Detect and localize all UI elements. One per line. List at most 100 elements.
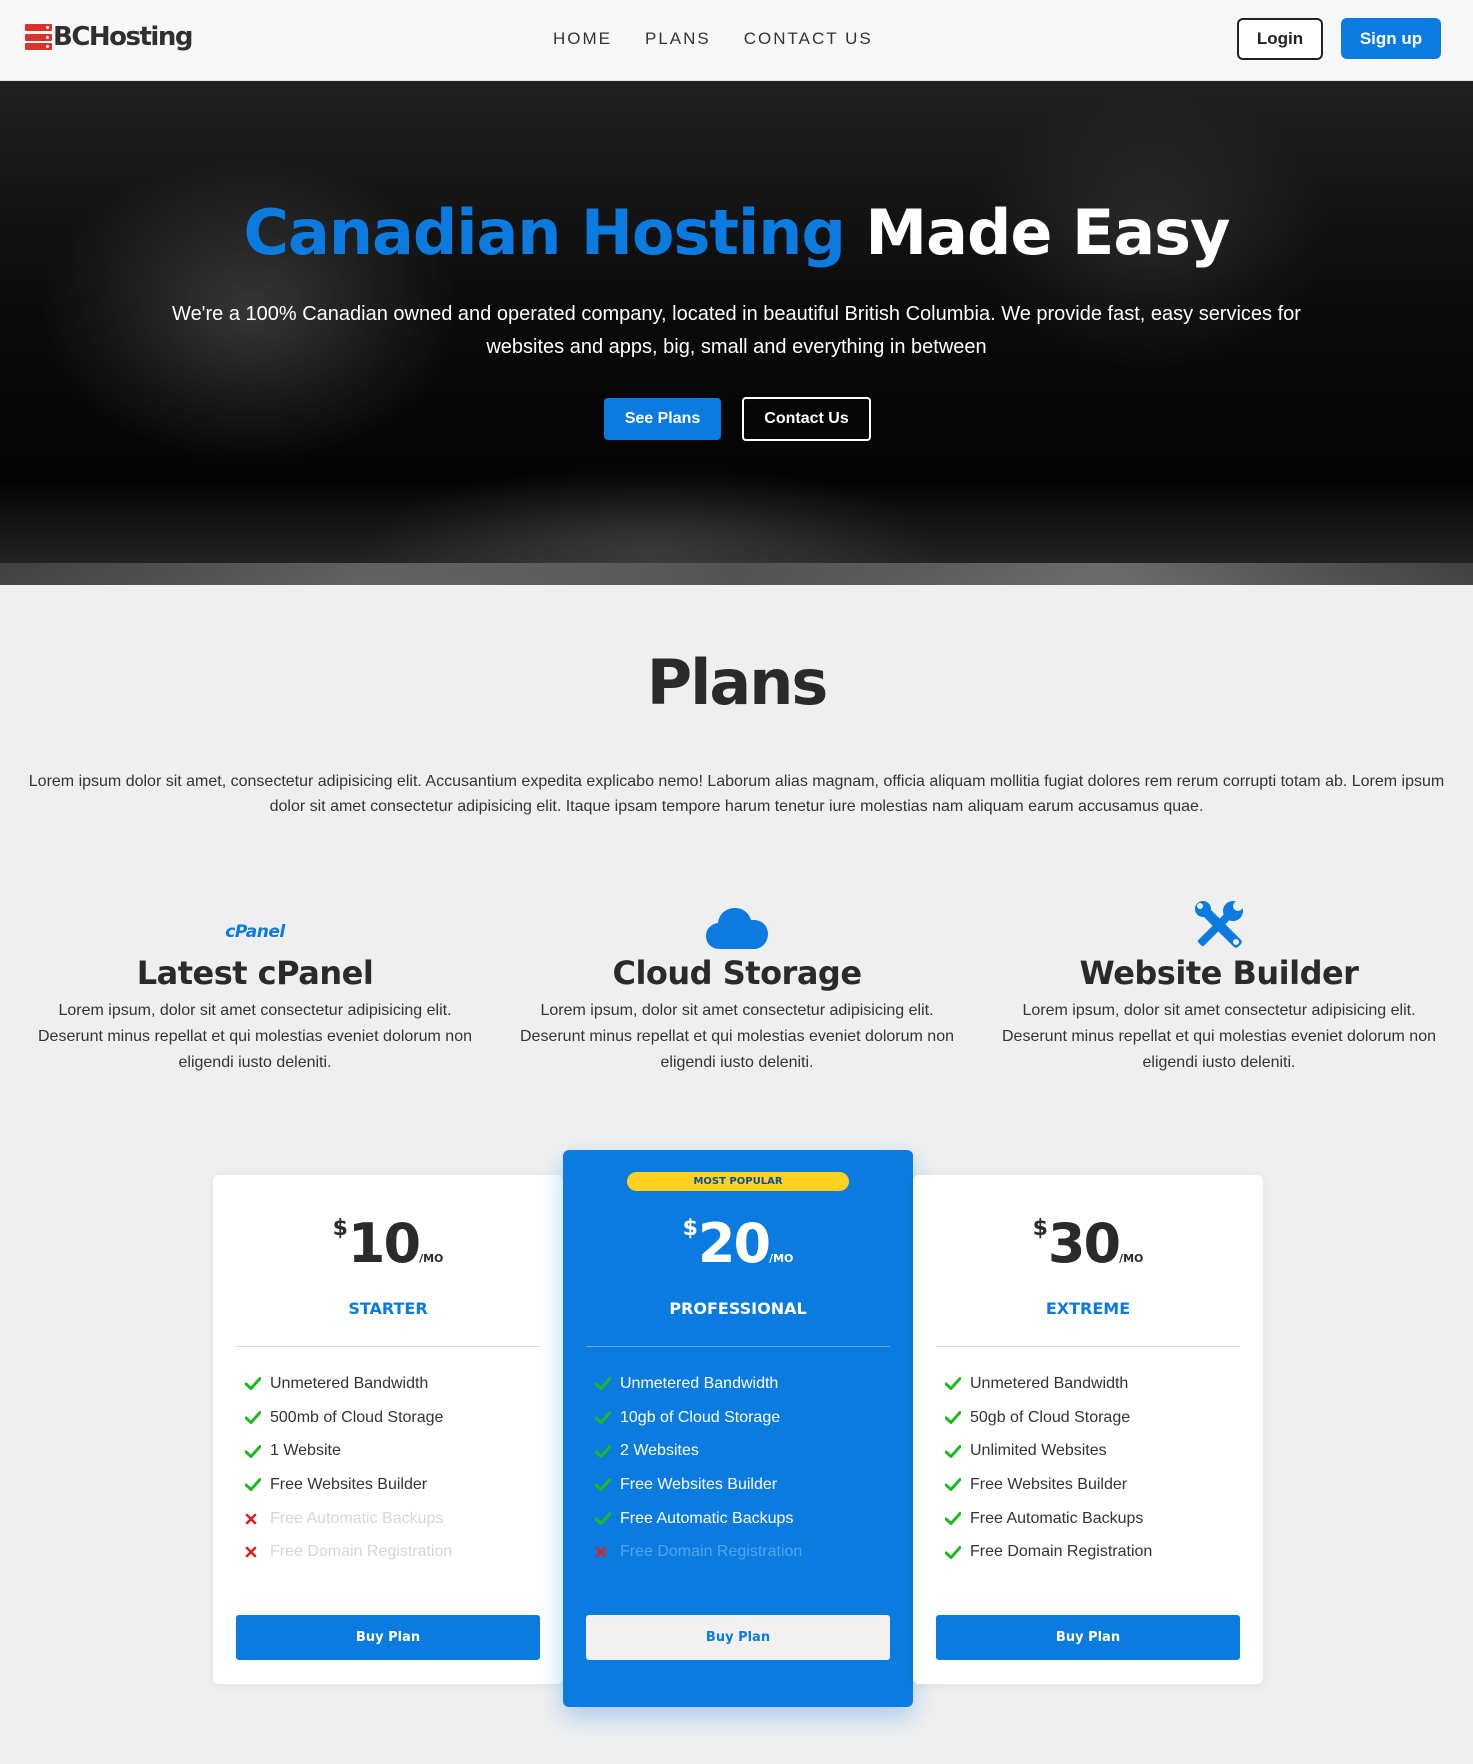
plan-feature-text: Free Domain Registration <box>970 1543 1153 1561</box>
check-icon <box>595 1411 620 1425</box>
plan-divider <box>236 1346 540 1347</box>
check-icon <box>245 1444 270 1458</box>
nav-link-plans[interactable]: PLANS <box>645 29 711 49</box>
buy-plan-button[interactable]: Buy Plan <box>236 1615 540 1660</box>
signup-button[interactable]: Sign up <box>1341 18 1441 59</box>
nav-link-home[interactable]: HOME <box>553 29 612 49</box>
cpanel-logo-text: cPanel <box>225 922 285 942</box>
cpanel-logo-icon: cPanel <box>30 895 480 950</box>
plan-feature-item: 500mb of Cloud Storage <box>245 1401 452 1435</box>
feature-cpanel: cPanel Latest cPanel Lorem ipsum, dolor … <box>30 895 480 1076</box>
plan-feature-item: Free Domain Registration <box>245 1535 452 1569</box>
cross-icon <box>245 1546 270 1558</box>
plan-feature-text: Free Domain Registration <box>270 1543 453 1561</box>
check-icon <box>595 1377 620 1391</box>
plan-card-professional: MOST POPULAR $20/MO PROFESSIONAL Unmeter… <box>563 1150 913 1707</box>
plan-feature-item: Unlimited Websites <box>945 1434 1152 1468</box>
plan-feature-text: Unlimited Websites <box>970 1442 1107 1460</box>
plan-feature-text: Free Automatic Backups <box>970 1509 1144 1527</box>
plan-feature-item: Free Domain Registration <box>595 1535 802 1569</box>
buy-plan-button[interactable]: Buy Plan <box>586 1615 890 1660</box>
plan-feature-item: Free Automatic Backups <box>595 1502 802 1536</box>
hero-title-accent: Canadian Hosting <box>243 196 846 269</box>
brand-logo[interactable]: BCHosting <box>25 22 193 52</box>
plan-feature-item: 50gb of Cloud Storage <box>945 1401 1152 1435</box>
plan-feature-text: Free Automatic Backups <box>270 1509 444 1527</box>
plan-feature-text: 10gb of Cloud Storage <box>620 1408 781 1426</box>
feature-cloud-storage: Cloud Storage Lorem ipsum, dolor sit ame… <box>512 895 962 1076</box>
plan-feature-item: Free Automatic Backups <box>245 1502 452 1536</box>
check-icon <box>945 1444 970 1458</box>
plan-feature-item: 2 Websites <box>595 1434 802 1468</box>
check-icon <box>595 1478 620 1492</box>
plan-feature-item: Unmetered Bandwidth <box>245 1367 452 1401</box>
hero-title-rest: Made Easy <box>844 196 1230 269</box>
plan-feature-text: Free Websites Builder <box>970 1475 1128 1493</box>
plans-intro: Lorem ipsum dolor sit amet, consectetur … <box>28 773 1445 815</box>
plan-feature-item: Unmetered Bandwidth <box>945 1367 1152 1401</box>
plan-divider <box>586 1346 890 1347</box>
nav-link-contact[interactable]: CONTACT US <box>744 29 873 49</box>
brand-name: BCHosting <box>53 22 193 52</box>
nav-links: HOME PLANS CONTACT US <box>553 29 906 49</box>
check-icon <box>945 1512 970 1526</box>
check-icon <box>945 1377 970 1391</box>
check-icon <box>945 1411 970 1425</box>
feature-text: Lorem ipsum, dolor sit amet consectetur … <box>519 1002 954 1071</box>
feature-text: Lorem ipsum, dolor sit amet consectetur … <box>37 1002 472 1071</box>
plan-name: PROFESSIONAL <box>669 1299 807 1318</box>
plan-feature-list: Unmetered Bandwidth 50gb of Cloud Storage… <box>945 1367 1152 1569</box>
hero-description: We're a 100% Canadian owned and operated… <box>172 303 1301 358</box>
cross-icon <box>595 1546 620 1558</box>
plans-heading: Plans <box>646 646 829 719</box>
plan-feature-item: Free Websites Builder <box>595 1468 802 1502</box>
check-icon <box>245 1478 270 1492</box>
plan-feature-text: Unmetered Bandwidth <box>270 1374 429 1392</box>
buy-plan-button[interactable]: Buy Plan <box>936 1615 1240 1660</box>
plan-feature-text: 2 Websites <box>620 1442 699 1460</box>
plan-card-extreme: $30/MO EXTREME Unmetered Bandwidth 50gb o… <box>913 1175 1263 1684</box>
check-icon <box>595 1444 620 1458</box>
plan-divider <box>936 1346 1240 1347</box>
plan-name: EXTREME <box>1045 1299 1131 1318</box>
plan-feature-item: Free Websites Builder <box>245 1468 452 1502</box>
login-button[interactable]: Login <box>1237 18 1323 60</box>
plan-feature-item: Free Websites Builder <box>945 1468 1152 1502</box>
plan-card-starter: $10/MO STARTER Unmetered Bandwidth 500mb … <box>213 1175 563 1684</box>
plan-feature-item: Free Automatic Backups <box>945 1502 1152 1536</box>
check-icon <box>945 1478 970 1492</box>
plan-price: $20/MO <box>682 1212 794 1275</box>
server-icon <box>25 24 52 50</box>
hero-section: Canadian Hosting Made Easy We're a 100% … <box>0 80 1473 585</box>
plan-feature-item: 10gb of Cloud Storage <box>595 1401 802 1435</box>
plan-feature-item: Free Domain Registration <box>945 1535 1152 1569</box>
feature-website-builder: Website Builder Lorem ipsum, dolor sit a… <box>994 895 1444 1076</box>
plan-feature-text: 500mb of Cloud Storage <box>270 1408 444 1426</box>
plan-feature-text: Free Websites Builder <box>620 1475 778 1493</box>
plan-price: $30/MO <box>1032 1212 1144 1275</box>
cloud-icon <box>512 895 962 950</box>
check-icon <box>945 1545 970 1559</box>
see-plans-button[interactable]: See Plans <box>604 398 721 440</box>
plan-feature-list: Unmetered Bandwidth 500mb of Cloud Storag… <box>245 1367 452 1569</box>
feature-title: Latest cPanel <box>136 954 374 992</box>
check-icon <box>595 1512 620 1526</box>
plan-price: $10/MO <box>332 1212 444 1275</box>
plan-feature-list: Unmetered Bandwidth 10gb of Cloud Storage… <box>595 1367 802 1569</box>
plan-feature-item: Unmetered Bandwidth <box>595 1367 802 1401</box>
plan-feature-text: 1 Website <box>270 1442 341 1460</box>
plan-feature-text: Free Automatic Backups <box>620 1509 794 1527</box>
feature-title: Website Builder <box>1079 954 1359 992</box>
plan-feature-text: Unmetered Bandwidth <box>970 1374 1129 1392</box>
plan-feature-item: 1 Website <box>245 1434 452 1468</box>
contact-us-button[interactable]: Contact Us <box>742 397 871 441</box>
feature-title: Cloud Storage <box>612 954 862 992</box>
tools-icon <box>994 895 1444 950</box>
check-icon <box>245 1411 270 1425</box>
plan-feature-text: Unmetered Bandwidth <box>620 1374 779 1392</box>
plan-name: STARTER <box>348 1299 428 1318</box>
feature-text: Lorem ipsum, dolor sit amet consectetur … <box>1001 1002 1436 1071</box>
check-icon <box>245 1377 270 1391</box>
plan-feature-text: Free Websites Builder <box>270 1475 428 1493</box>
plan-feature-text: Free Domain Registration <box>620 1543 803 1561</box>
